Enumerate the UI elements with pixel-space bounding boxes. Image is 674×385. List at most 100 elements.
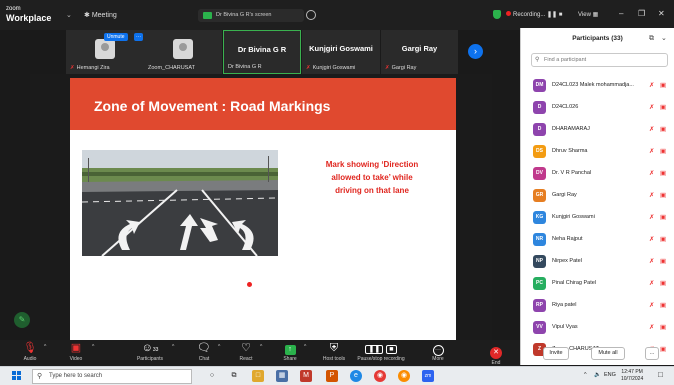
mic-muted-icon[interactable]: ✗	[649, 103, 654, 111]
task-view-icon[interactable]: ⧉	[228, 370, 240, 382]
pause-icon[interactable]: ❚❚	[547, 12, 557, 18]
security-shield-icon[interactable]	[493, 10, 501, 19]
mic-muted-icon[interactable]: ✗	[649, 125, 654, 133]
mic-muted-icon[interactable]: ✗	[649, 235, 654, 243]
video-off-icon[interactable]: ▣	[660, 81, 666, 89]
more-button[interactable]: ··· More	[418, 341, 458, 362]
mic-muted-icon[interactable]: ✗	[649, 169, 654, 177]
video-off-icon[interactable]: ▣	[660, 147, 666, 155]
share-options-icon[interactable]	[306, 10, 316, 20]
road-photo-illustration	[82, 150, 278, 256]
pause-stop-recording-button[interactable]: ❚❚ ■ Pause/stop recording	[356, 341, 406, 362]
invite-button[interactable]: Invite	[543, 347, 569, 360]
participant-row[interactable]: NP Nirpex Patel ✗ ▣	[521, 252, 673, 274]
taskbar-search-input[interactable]: ⚲ Type here to search	[32, 369, 192, 384]
screen-share-indicator[interactable]: Dr Bivina G R's screen	[198, 9, 304, 22]
participant-row[interactable]: DV Dr. V R Panchal ✗ ▣	[521, 164, 673, 186]
pause-stop-icons: ❚❚ ■	[356, 341, 406, 355]
end-meeting-button[interactable]: ✕ End	[476, 341, 516, 366]
file-explorer-icon[interactable]: □	[252, 370, 264, 382]
video-off-icon[interactable]: ▣	[660, 191, 666, 199]
powerpoint-app-icon[interactable]: P	[326, 370, 338, 382]
cortana-circle-icon[interactable]: ○	[206, 370, 218, 382]
participant-tile[interactable]: Zoom_CHARUSAT	[144, 30, 222, 74]
speaker-icon[interactable]: 🔈	[594, 372, 601, 378]
mic-muted-icon[interactable]: ✗	[649, 147, 654, 155]
share-options-caret[interactable]: ^	[304, 344, 306, 350]
share-label: Dr Bivina G R's screen	[216, 12, 272, 18]
tile-more-button[interactable]: ···	[134, 33, 143, 41]
participant-row[interactable]: GR Gargi Ray ✗ ▣	[521, 186, 673, 208]
participant-row[interactable]: DM D24CL023 Malek mohammadja... ✗ ▣	[521, 76, 673, 98]
chrome-browser-icon[interactable]: ◉	[374, 370, 386, 382]
participant-tile[interactable]: Unmute ··· ✗ Hemangi Zira	[66, 30, 144, 74]
participant-row[interactable]: D DHARAMARAJ ✗ ▣	[521, 120, 673, 142]
annotate-pen-icon[interactable]: ✎	[14, 312, 30, 328]
video-button[interactable]: ▣ Video	[56, 341, 96, 362]
participant-row[interactable]: VV Vipul Vyas ✗ ▣	[521, 318, 673, 340]
mic-muted-icon[interactable]: ✗	[649, 191, 654, 199]
zoom-taskbar-icon[interactable]: zm	[422, 370, 434, 382]
video-off-icon[interactable]: ▣	[660, 301, 666, 309]
search-icon: ⚲	[535, 57, 540, 63]
participant-row[interactable]: KG Kunjgiri Goswami ✗ ▣	[521, 208, 673, 230]
video-off-icon[interactable]: ▣	[660, 235, 666, 243]
video-options-caret[interactable]: ^	[92, 344, 94, 350]
participant-row[interactable]: D D24CL026 ✗ ▣	[521, 98, 673, 120]
participant-search-input[interactable]: ⚲ Find a participant	[531, 53, 668, 67]
participant-row[interactable]: NR Neha Rajput ✗ ▣	[521, 230, 673, 252]
video-off-icon[interactable]: ▣	[660, 257, 666, 265]
mute-all-button[interactable]: Mute all	[591, 347, 625, 360]
host-tools-button[interactable]: ⛨ Host tools	[314, 341, 354, 362]
participant-row[interactable]: RP Riya patel ✗ ▣	[521, 296, 673, 318]
chevron-down-icon[interactable]: ⌄	[66, 11, 72, 19]
participant-row[interactable]: DS Dhruv Sharma ✗ ▣	[521, 142, 673, 164]
mic-muted-icon[interactable]: ✗	[649, 323, 654, 331]
video-off-icon[interactable]: ▣	[660, 279, 666, 287]
video-off-icon[interactable]: ▣	[660, 323, 666, 331]
participant-row[interactable]: PC Pinal Chirag Patel ✗ ▣	[521, 274, 673, 296]
participant-tile[interactable]: Gargi Ray ✗ Gargi Ray	[381, 30, 458, 74]
recording-indicator[interactable]: Recording... ❚❚ ■	[506, 11, 562, 18]
mic-muted-icon[interactable]: ✗	[649, 301, 654, 309]
video-off-icon[interactable]: ▣	[660, 213, 666, 221]
minimize-icon[interactable]: –	[619, 9, 623, 18]
mic-muted-icon[interactable]: ✗	[649, 279, 654, 287]
popout-icon[interactable]: ⧉	[649, 28, 654, 50]
tile-name-text: Gargi Ray	[391, 65, 417, 71]
view-grid-icon: ▦	[592, 12, 599, 18]
view-button[interactable]: View ▦	[578, 11, 598, 18]
edge-browser-icon[interactable]: e	[350, 370, 362, 382]
participants-options-caret[interactable]: ^	[172, 344, 174, 350]
next-page-arrow-icon[interactable]: ›	[468, 44, 483, 59]
windows-start-icon[interactable]	[12, 371, 22, 381]
mic-muted-icon[interactable]: ✗	[649, 257, 654, 265]
participant-avatar: D	[533, 123, 546, 136]
browser-app-icon[interactable]: ◉	[398, 370, 410, 382]
unmute-button[interactable]: Unmute	[104, 33, 128, 41]
mic-muted-icon[interactable]: ✗	[649, 213, 654, 221]
notification-icon[interactable]: □	[658, 370, 663, 379]
close-icon[interactable]: ✕	[658, 9, 665, 18]
stop-icon[interactable]: ■	[559, 12, 563, 18]
react-options-caret[interactable]: ^	[260, 344, 262, 350]
language-indicator[interactable]: ENG	[604, 372, 616, 378]
participant-tile[interactable]: Kunjgiri Goswami ✗ Kunjgiri Goswami	[302, 30, 380, 74]
office-app-icon[interactable]: M	[300, 370, 312, 382]
participant-tile-active-speaker[interactable]: Dr Bivina G R Dr Bivina G R	[223, 30, 301, 74]
meeting-menu[interactable]: ✱ Meeting	[84, 11, 117, 19]
calendar-app-icon[interactable]: ▦	[276, 370, 288, 382]
chat-options-caret[interactable]: ^	[218, 344, 220, 350]
video-off-icon[interactable]: ▣	[660, 125, 666, 133]
tray-chevron-icon[interactable]: ^	[584, 372, 587, 378]
taskbar-clock[interactable]: 12:47 PM 10/7/2024	[621, 369, 643, 383]
participants-button[interactable]: ☺33 Participants	[130, 341, 170, 362]
video-off-icon[interactable]: ▣	[660, 103, 666, 111]
maximize-icon[interactable]: ❐	[638, 9, 645, 18]
audio-options-caret[interactable]: ^	[44, 344, 46, 350]
panel-more-button[interactable]: ...	[645, 347, 659, 360]
participant-name: D24CL023 Malek mohammadja...	[552, 82, 634, 88]
video-off-icon[interactable]: ▣	[660, 169, 666, 177]
collapse-icon[interactable]: ⌄	[661, 28, 667, 50]
mic-muted-icon[interactable]: ✗	[649, 81, 654, 89]
